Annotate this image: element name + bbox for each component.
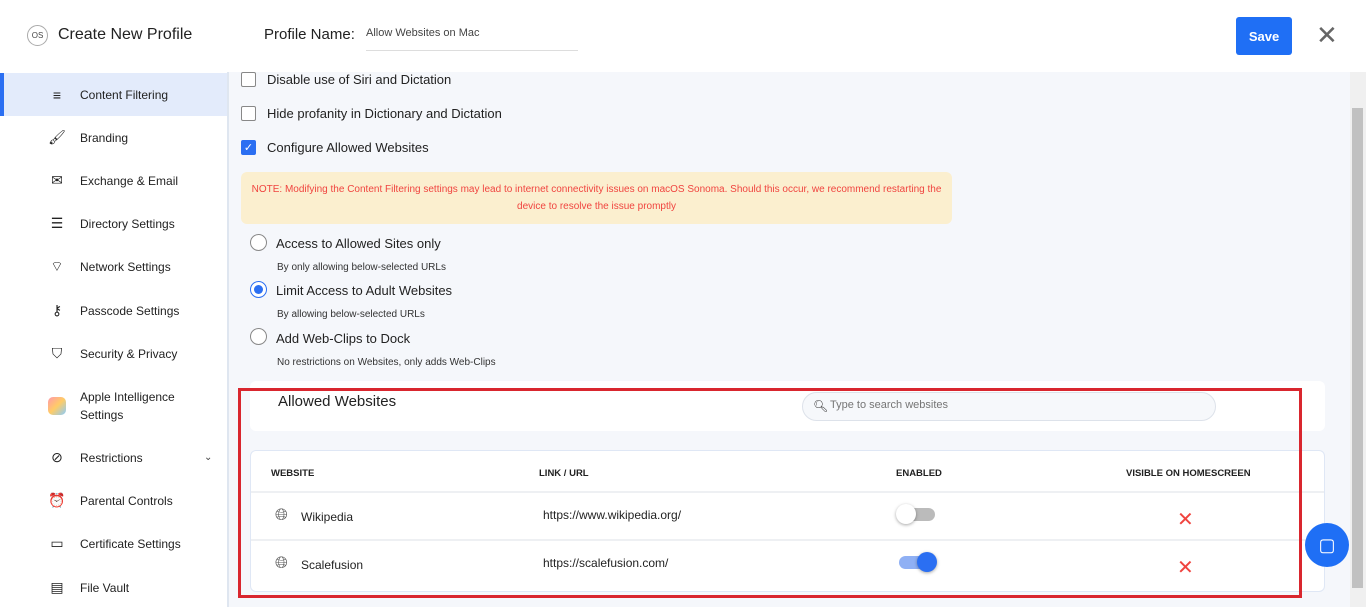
sidebar-item-exchange-email[interactable]: ✉ Exchange & Email — [0, 159, 227, 202]
sidebar-item-label: Apple Intelligence Settings — [80, 390, 175, 422]
enabled-toggle[interactable] — [896, 504, 935, 524]
shield-icon: ⛉ — [51, 345, 63, 361]
block-icon: ⊘ — [51, 449, 63, 465]
radio-label: Limit Access to Adult Websites — [276, 283, 453, 298]
website-name: Scalefusion — [301, 558, 364, 572]
sidebar-item-label: Passcode Settings — [80, 303, 180, 318]
key-icon: ⚷ — [51, 302, 63, 318]
checkbox-label: Disable use of Siri and Dictation — [267, 72, 452, 87]
allowed-websites-title: Allowed Websites — [278, 393, 397, 410]
table-row: 🌐︎ Wikipedia https://www.wikipedia.org/ … — [251, 491, 1324, 539]
page-title: Create New Profile — [58, 26, 193, 43]
column-header: VISIBLE ON HOMESCREEN — [1126, 468, 1251, 479]
checkbox-disable-siri[interactable] — [241, 72, 256, 87]
sidebar-item-restrictions[interactable]: ⊘ Restrictions ⌄ — [0, 436, 227, 479]
sidebar-item-apple-intelligence[interactable]: Apple Intelligence Settings — [0, 382, 227, 430]
sidebar-item-label: Certificate Settings — [80, 536, 181, 551]
sidebar-item-label: Network Settings — [80, 259, 171, 274]
sidebar-item-content-filtering[interactable]: ≡ Content Filtering — [0, 73, 227, 116]
radio-add-webclips[interactable] — [250, 328, 267, 345]
website-url: https://www.wikipedia.org/ — [543, 508, 682, 522]
sidebar-item-label: Branding — [80, 130, 129, 145]
wifi-icon: ⌔ — [50, 257, 64, 274]
macos-logo: OS — [27, 25, 48, 46]
sidebar-item-passcode-settings[interactable]: ⚷ Passcode Settings — [0, 289, 227, 332]
sidebar-item-network-settings[interactable]: ⌔ Network Settings — [0, 245, 227, 288]
checkbox-hide-profanity[interactable] — [241, 106, 256, 121]
sidebar: ≡ Content Filtering 🖌 Branding ✉ Exchange &… — [0, 72, 229, 607]
table-row: 🌐︎ Scalefusion https://scalefusion.com/ … — [251, 539, 1324, 587]
website-name: Wikipedia — [301, 510, 354, 524]
chevron-down-icon[interactable]: ⌄ — [204, 452, 212, 463]
checkbox-configure-allowed-websites[interactable]: ✓ — [241, 140, 256, 155]
globe-lock-icon: 🌐︎ — [275, 555, 288, 572]
alarm-icon: ⏰ — [48, 492, 66, 508]
header: OS Create New Profile Profile Name: Save… — [0, 0, 1366, 72]
profile-name-label: Profile Name: — [264, 26, 355, 43]
sidebar-item-certificate-settings[interactable]: ▭ Certificate Settings — [0, 522, 227, 565]
checkbox-label: Configure Allowed Websites — [267, 140, 429, 155]
certificate-icon: ▭ — [50, 535, 64, 551]
globe-lock-icon: 🌐︎ — [275, 507, 288, 524]
scrollbar-thumb[interactable] — [1352, 108, 1363, 588]
save-button[interactable]: Save — [1236, 17, 1292, 55]
radio-label: Add Web-Clips to Dock — [276, 331, 411, 346]
apple-intelligence-icon — [48, 397, 66, 415]
sidebar-item-parental-controls[interactable]: ⏰ Parental Controls — [0, 479, 227, 522]
radio-limit-adult-websites[interactable] — [250, 281, 267, 298]
sidebar-item-directory-settings[interactable]: ☰ Directory Settings — [0, 202, 227, 245]
scrollbar[interactable] — [1350, 72, 1366, 607]
close-icon[interactable]: ✕ — [1316, 22, 1338, 48]
sidebar-item-label: Exchange & Email — [80, 173, 179, 188]
website-search[interactable]: 🔍︎ — [802, 392, 1216, 421]
website-url: https://scalefusion.com/ — [543, 556, 669, 570]
column-header: WEBSITE — [271, 468, 315, 479]
search-icon: 🔍︎ — [813, 399, 829, 413]
sidebar-item-label: Content Filtering — [80, 87, 169, 102]
column-header: LINK / URL — [539, 468, 589, 479]
checkbox-label: Hide profanity in Dictionary and Dictati… — [267, 106, 502, 121]
radio-sublabel: By only allowing below-selected URLs — [277, 262, 446, 273]
enabled-toggle[interactable] — [899, 552, 937, 572]
warning-note: NOTE: Modifying the Content Filtering se… — [241, 172, 952, 224]
column-header: ENABLED — [896, 468, 942, 479]
mail-icon: ✉ — [51, 172, 63, 188]
sidebar-item-security-privacy[interactable]: ⛉ Security & Privacy — [0, 332, 227, 375]
radio-label: Access to Allowed Sites only — [276, 236, 441, 251]
websites-table: WEBSITE LINK / URL ENABLED VISIBLE ON HO… — [250, 450, 1325, 592]
radio-sublabel: By allowing below-selected URLs — [277, 309, 425, 320]
sidebar-item-label: Directory Settings — [80, 216, 175, 231]
close-icon[interactable]: ✕ — [1177, 507, 1194, 532]
radio-allowed-sites-only[interactable] — [250, 234, 267, 251]
sidebar-item-label: File Vault — [80, 580, 130, 595]
directory-icon: ☰ — [50, 215, 64, 231]
sidebar-item-label: Parental Controls — [80, 493, 173, 508]
sidebar-item-branding[interactable]: 🖌 Branding — [0, 116, 227, 159]
chat-icon[interactable]: ▢ — [1305, 523, 1349, 567]
sidebar-item-label: Restrictions — [80, 450, 143, 465]
radio-sublabel: No restrictions on Websites, only adds W… — [277, 357, 496, 368]
close-icon[interactable]: ✕ — [1177, 555, 1194, 580]
sidebar-item-label: Security & Privacy — [80, 346, 178, 361]
brush-icon: 🖌 — [48, 129, 66, 145]
search-input[interactable] — [830, 399, 1200, 411]
file-icon: ▤ — [50, 579, 64, 595]
sidebar-item-file-vault[interactable]: ▤ File Vault — [0, 566, 227, 609]
filter-icon: ≡ — [52, 86, 62, 103]
profile-name-input[interactable] — [366, 25, 578, 51]
